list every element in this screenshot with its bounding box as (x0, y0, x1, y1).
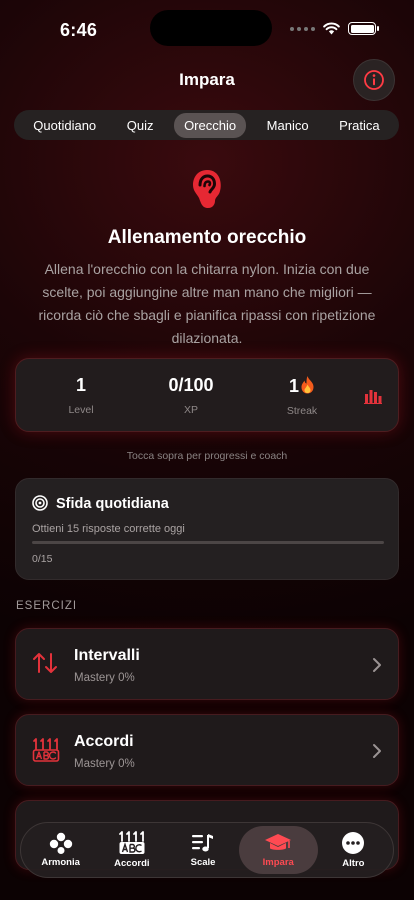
exercise-mastery: Mastery 0% (74, 758, 135, 770)
streak-label: Streak (286, 405, 318, 417)
status-bar: 6:46 (0, 0, 414, 54)
level-label: Level (68, 404, 94, 416)
signal-icon (290, 26, 315, 31)
streak-value: 1 (288, 376, 299, 396)
daily-challenge-card[interactable]: Sfida quotidiana Ottieni 15 risposte cor… (15, 478, 399, 580)
level-value: 1 (75, 375, 86, 395)
battery-icon (348, 22, 379, 35)
dynamic-island (150, 10, 272, 46)
hero-title: Allenamento orecchio (107, 227, 307, 248)
harmony-icon (49, 832, 72, 854)
challenge-count: 0/15 (32, 553, 53, 565)
segmented-control: Quotidiano Quiz Orecchio Manico Pratica (14, 110, 399, 140)
chevron-right-icon (373, 744, 381, 758)
tab-label: Impara (262, 857, 294, 868)
guitar-chord-icon (32, 738, 60, 762)
progress-stats-card[interactable]: 1 Level 0/100 XP 1 Streak (15, 358, 399, 432)
tab-quotidiano[interactable]: Quotidiano (23, 113, 106, 138)
tab-label: Accordi (114, 858, 150, 869)
tab-bar: Armonia Accordi Scale Impara Altro (20, 822, 394, 878)
info-button[interactable] (353, 59, 395, 101)
tab-armonia[interactable]: Armonia (25, 826, 96, 874)
chord-icon (118, 831, 145, 854)
page-title: Impara (179, 70, 235, 89)
tab-label: Armonia (41, 857, 80, 868)
tab-manico[interactable]: Manico (257, 113, 319, 138)
xp-label: XP (183, 404, 198, 416)
bar-chart-icon (364, 390, 382, 404)
more-icon (342, 832, 365, 854)
tab-scale[interactable]: Scale (167, 826, 238, 874)
wifi-icon (323, 22, 340, 35)
streak-stat: 1 Streak (252, 375, 352, 417)
tab-impara[interactable]: Impara (238, 826, 318, 874)
ear-icon (189, 167, 225, 216)
level-stat: 1 Level (31, 375, 131, 416)
section-label-exercises: ESERCIZI (16, 600, 78, 612)
exercise-card-intervalli[interactable]: Intervalli Mastery 0% (15, 628, 399, 700)
target-icon (32, 495, 48, 511)
info-icon (364, 70, 384, 90)
hero-description: Allena l'orecchio con la chitarra nylon.… (38, 261, 376, 346)
status-time: 6:46 (60, 20, 98, 40)
tab-label: Altro (342, 858, 365, 869)
chevron-right-icon (373, 658, 381, 672)
tab-label: Scale (190, 857, 216, 868)
challenge-title: Sfida quotidiana (56, 496, 169, 512)
interval-arrows-icon (33, 653, 57, 673)
exercise-card-accordi[interactable]: Accordi Mastery 0% (15, 714, 399, 786)
flame-icon (301, 376, 314, 394)
tab-accordi[interactable]: Accordi (96, 826, 167, 874)
exercise-title: Intervalli (74, 647, 140, 664)
tab-quiz[interactable]: Quiz (117, 113, 164, 138)
status-icons (290, 22, 379, 35)
challenge-subtitle: Ottieni 15 risposte corrette oggi (32, 523, 185, 535)
tab-altro[interactable]: Altro (318, 826, 389, 874)
xp-value: 0/100 (168, 375, 214, 395)
tab-pratica[interactable]: Pratica (329, 113, 389, 138)
exercise-mastery: Mastery 0% (74, 672, 135, 684)
graduation-cap-icon (265, 834, 292, 850)
challenge-progress-bar (32, 541, 384, 544)
stats-hint: Tocca sopra per progressi e coach (126, 450, 288, 462)
xp-stat: 0/100 XP (141, 375, 241, 416)
scale-icon (192, 834, 214, 852)
tab-orecchio[interactable]: Orecchio (174, 112, 247, 138)
exercise-title: Accordi (74, 733, 134, 750)
